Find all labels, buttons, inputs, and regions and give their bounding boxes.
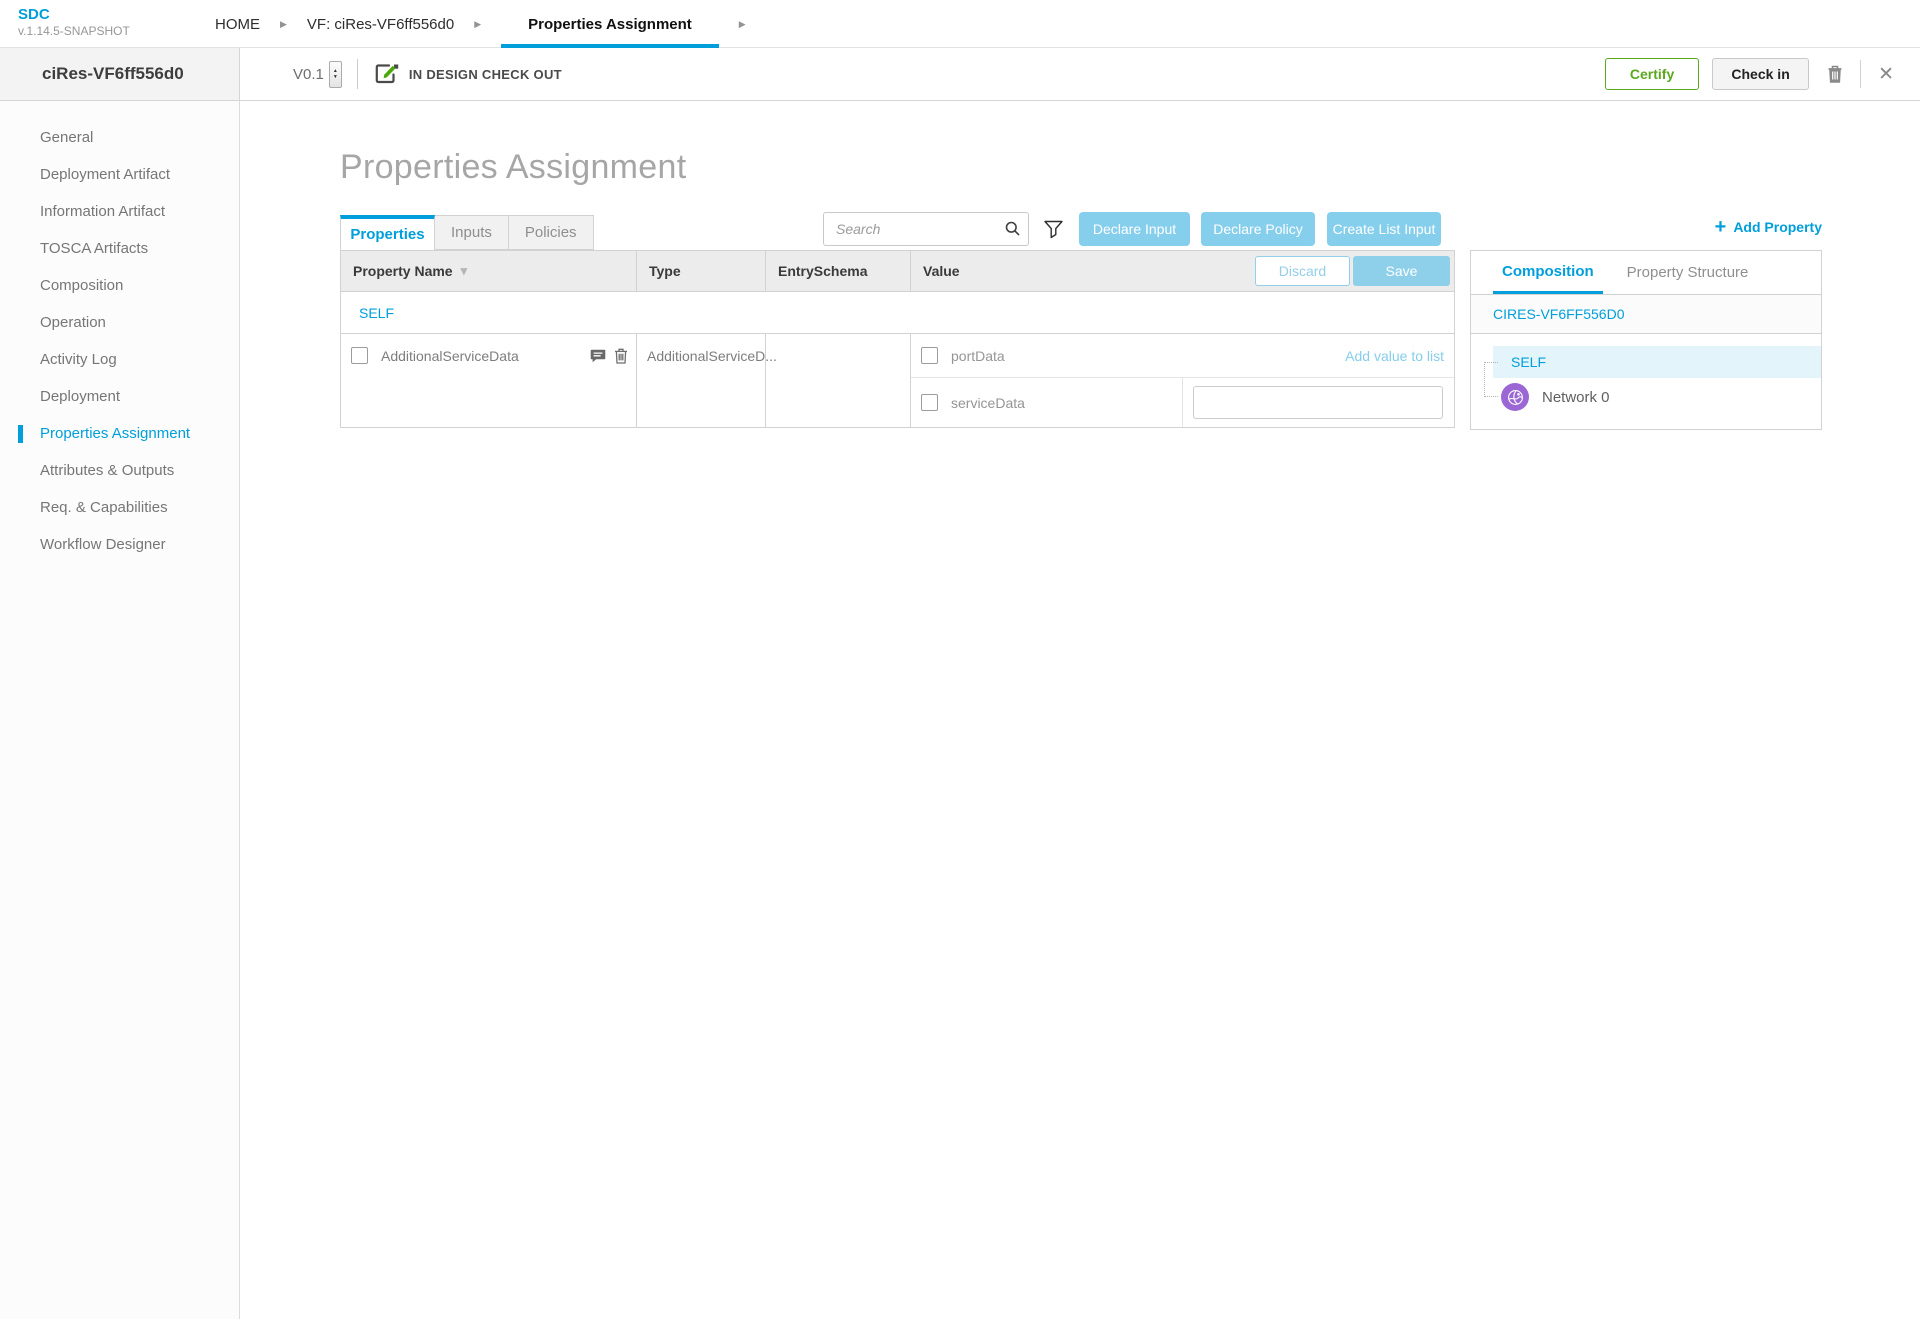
app-version: v.1.14.5-SNAPSHOT [18,24,130,39]
tab-composition[interactable]: Composition [1493,251,1603,294]
declare-policy-button[interactable]: Declare Policy [1201,212,1315,246]
save-button[interactable]: Save [1353,256,1450,286]
add-property-button[interactable]: + Add Property [1715,217,1822,237]
tab-policies[interactable]: Policies [509,215,594,250]
property-name-label: AdditionalServiceData [381,348,519,364]
breadcrumb-arrow-icon: ▶ [474,0,481,48]
sidebar-item-workflow-designer[interactable]: Workflow Designer [0,526,239,563]
toolbar-divider [1860,60,1861,88]
value-field-label: serviceData [951,395,1025,411]
value-input[interactable] [1193,386,1443,419]
breadcrumb-arrow-icon: ▶ [280,0,287,48]
tab-properties[interactable]: Properties [340,215,435,250]
breadcrumb: HOME ▶ VF: ciRes-VF6ff556d0 ▶ Properties… [215,0,766,48]
add-value-to-list-link[interactable]: Add value to list [1345,348,1444,364]
app-logo[interactable]: SDC v.1.14.5-SNAPSHOT [18,6,130,39]
sidebar-item-properties-assignment[interactable]: Properties Assignment [0,415,239,452]
table-header-row: Property Name ▾ Type EntrySchema Value D… [341,251,1454,292]
network-globe-icon [1501,383,1529,411]
in-design-pencil-icon [373,62,399,86]
tab-inputs[interactable]: Inputs [435,215,509,250]
version-spinner[interactable]: ▲ ▼ [329,61,342,88]
value-field-servicedata: serviceData [911,378,1454,427]
sidebar: General Deployment Artifact Information … [0,101,240,1319]
sidebar-item-tosca-artifacts[interactable]: TOSCA Artifacts [0,230,239,267]
breadcrumb-properties-assignment[interactable]: Properties Assignment [501,0,719,48]
tree-node-label: Network 0 [1542,389,1610,406]
property-value-cell: portData Add value to list serviceData [911,334,1454,427]
column-header-type: Type [637,251,766,291]
breadcrumb-arrow-icon: ▶ [739,0,746,48]
page-title: Properties Assignment [340,147,1920,187]
sidebar-item-deployment[interactable]: Deployment [0,378,239,415]
sort-caret-icon[interactable]: ▾ [461,263,468,279]
composition-panel-tabs: Composition Property Structure [1471,251,1821,295]
toolbar: V0.1 ▲ ▼ IN DESIGN CHECK OUT Certify Che… [240,48,1920,101]
value-field-portdata: portData Add value to list [911,334,1454,378]
create-list-input-button[interactable]: Create List Input [1327,212,1441,246]
component-name-row[interactable]: CIRES-VF6FF556D0 [1471,295,1821,334]
breadcrumb-home[interactable]: HOME [215,0,260,48]
breadcrumb-bar: SDC v.1.14.5-SNAPSHOT HOME ▶ VF: ciRes-V… [0,0,1920,48]
entry-schema-cell [766,334,911,427]
composition-tree: SELF Network 0 [1471,334,1821,429]
column-header-value: Value Discard Save [911,251,1454,291]
value-field-label: portData [951,348,1005,364]
column-header-entry-schema: EntrySchema [766,251,911,291]
group-row-self[interactable]: SELF [341,292,1454,334]
search-icon[interactable] [1005,221,1020,241]
version-label: V0.1 [293,66,324,83]
search-input[interactable] [823,212,1029,246]
lifecycle-status-label: IN DESIGN CHECK OUT [409,67,562,82]
sidebar-item-activity-log[interactable]: Activity Log [0,341,239,378]
table-row: AdditionalServiceData [341,334,1454,427]
sidebar-item-general[interactable]: General [0,119,239,156]
entity-header: ciRes-VF6ff556d0 [0,48,240,101]
sidebar-item-deployment-artifact[interactable]: Deployment Artifact [0,156,239,193]
sidebar-item-composition[interactable]: Composition [0,267,239,304]
declare-input-button[interactable]: Declare Input [1079,212,1190,246]
sidebar-item-req-capabilities[interactable]: Req. & Capabilities [0,489,239,526]
properties-table: Property Name ▾ Type EntrySchema Value D… [340,250,1455,428]
spinner-down-icon: ▼ [333,74,338,81]
plus-icon: + [1715,217,1727,237]
tree-node-network[interactable]: Network 0 [1501,383,1821,411]
property-name-cell: AdditionalServiceData [341,334,637,427]
close-icon[interactable]: ✕ [1878,65,1894,84]
sidebar-item-operation[interactable]: Operation [0,304,239,341]
sidebar-item-attributes-outputs[interactable]: Attributes & Outputs [0,452,239,489]
app-logo-name: SDC [18,6,130,24]
value-checkbox[interactable] [921,347,938,364]
delete-icon[interactable] [1827,65,1843,83]
property-type-cell: AdditionalServiceD... [637,334,766,427]
filter-funnel-icon[interactable] [1043,219,1064,240]
entity-name: ciRes-VF6ff556d0 [42,64,184,84]
tree-connector [1484,362,1498,397]
column-header-property-name: Property Name ▾ [341,251,637,291]
toolbar-divider [357,59,358,89]
composition-panel: Composition Property Structure CIRES-VF6… [1470,250,1822,430]
breadcrumb-vf[interactable]: VF: ciRes-VF6ff556d0 [307,0,454,48]
comment-icon[interactable] [590,349,606,363]
delete-row-icon[interactable] [614,348,628,364]
discard-button[interactable]: Discard [1255,256,1350,286]
row-checkbox[interactable] [351,347,368,364]
tab-property-structure[interactable]: Property Structure [1627,251,1749,294]
value-checkbox[interactable] [921,394,938,411]
sidebar-item-information-artifact[interactable]: Information Artifact [0,193,239,230]
tree-node-self[interactable]: SELF [1493,346,1821,378]
certify-button[interactable]: Certify [1605,58,1699,90]
main-content: Properties Assignment Properties Inputs … [240,101,1920,1319]
check-in-button[interactable]: Check in [1712,58,1809,90]
properties-tabs: Properties Inputs Policies [340,215,594,250]
